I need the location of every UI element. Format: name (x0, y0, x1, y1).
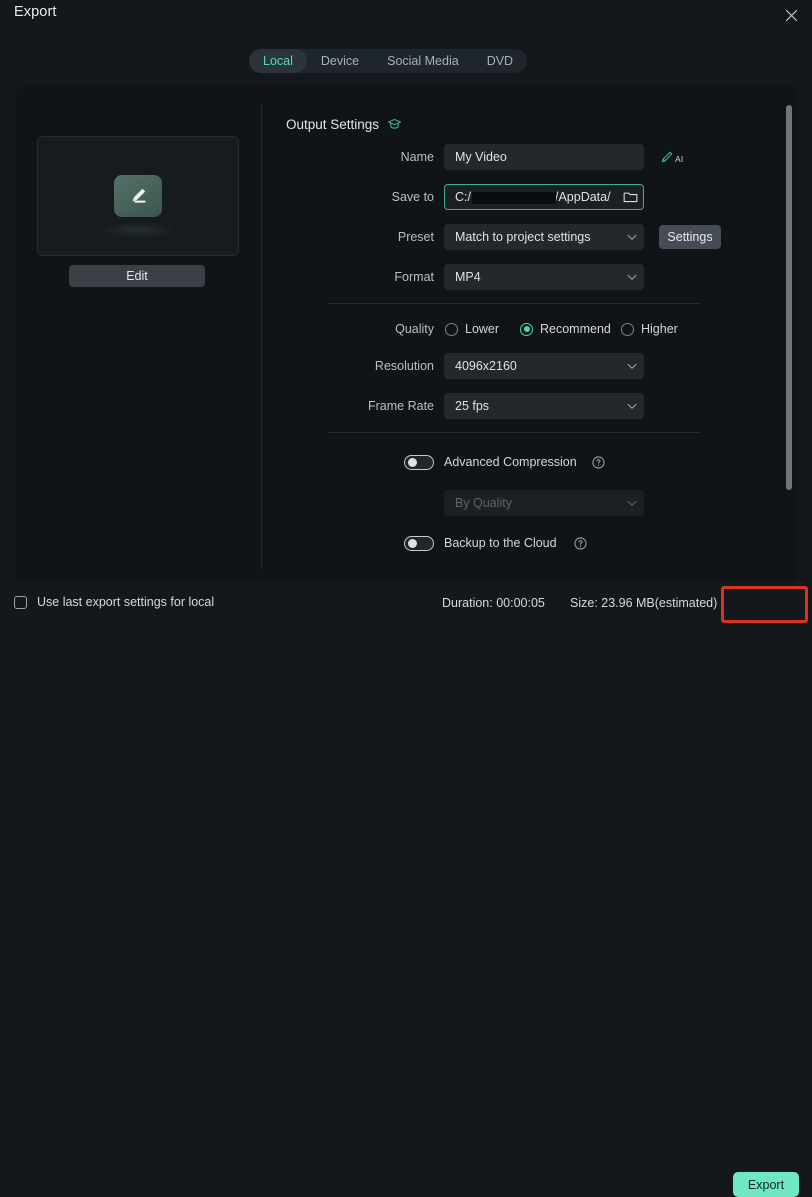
use-last-export-settings-label: Use last export settings for local (37, 595, 215, 609)
radio-icon (621, 322, 634, 336)
tab-device[interactable]: Device (307, 49, 373, 73)
settings-column: Output Settings Name My Video AI Save to… (262, 86, 780, 580)
quality-option-recommend[interactable]: Recommend (520, 322, 611, 336)
backup-cloud-label: Backup to the Cloud (444, 536, 557, 550)
chevron-down-icon (621, 363, 643, 370)
quality-option-lower[interactable]: Lower (445, 322, 499, 336)
advanced-compression-row: Advanced Compression (262, 451, 780, 473)
format-value: MP4 (455, 270, 481, 284)
preview-column: Edit (16, 86, 261, 580)
pencil-edit-icon (114, 175, 162, 217)
toggle-knob (407, 538, 417, 548)
export-target-tabs: Local Device Social Media DVD (249, 49, 528, 73)
graduation-cap-icon[interactable] (387, 117, 402, 132)
section-divider-bottom (328, 432, 700, 433)
save-to-path: C:/ /AppData/ (445, 190, 617, 204)
resolution-row: Resolution 4096x2160 (262, 353, 780, 379)
quality-option-higher[interactable]: Higher (621, 322, 678, 336)
resolution-label: Resolution (374, 359, 434, 373)
output-settings-header: Output Settings (286, 117, 402, 132)
frame-rate-select[interactable]: 25 fps (444, 393, 644, 419)
question-mark-icon[interactable] (574, 536, 587, 550)
checkbox-icon (14, 595, 27, 609)
thumbnail-reflection (100, 222, 176, 238)
frame-rate-label: Frame Rate (368, 399, 434, 413)
export-button[interactable]: Export (733, 1172, 799, 1197)
tab-dvd[interactable]: DVD (473, 49, 527, 73)
frame-rate-row: Frame Rate 25 fps (262, 393, 780, 419)
path-redaction-bar (472, 192, 556, 204)
compression-mode-value: By Quality (455, 496, 512, 510)
chevron-down-icon (621, 403, 643, 410)
backup-cloud-row: Backup to the Cloud (262, 532, 780, 554)
ai-pen-icon[interactable]: AI (660, 150, 683, 164)
name-label: Name (400, 150, 434, 164)
compression-mode-row: By Quality (262, 490, 780, 516)
estimated-size-text: Size: 23.96 MB(estimated) (570, 596, 718, 610)
save-to-path-suffix: /AppData/ (554, 190, 611, 204)
section-divider-top (328, 303, 700, 304)
preset-settings-button[interactable]: Settings (659, 225, 721, 249)
edit-button[interactable]: Edit (69, 265, 205, 287)
resolution-select[interactable]: 4096x2160 (444, 353, 644, 379)
tab-local[interactable]: Local (249, 49, 307, 73)
bottom-bar: Use last export settings for local Durat… (0, 580, 812, 1197)
question-mark-icon[interactable] (592, 455, 605, 469)
quality-row: Quality Lower Recommend Higher (262, 318, 780, 340)
folder-icon[interactable] (617, 190, 643, 204)
backup-cloud-toggle[interactable] (404, 535, 434, 551)
preset-row: Preset Match to project settings Setting… (262, 224, 780, 250)
advanced-compression-label: Advanced Compression (444, 455, 577, 469)
radio-icon (445, 322, 458, 336)
format-row: Format MP4 (262, 264, 780, 290)
settings-scrollbar-thumb[interactable] (786, 105, 792, 490)
save-to-path-prefix: C:/ (455, 190, 471, 204)
use-last-export-settings-checkbox[interactable]: Use last export settings for local (14, 595, 214, 609)
preset-select[interactable]: Match to project settings (444, 224, 644, 250)
format-select[interactable]: MP4 (444, 264, 644, 290)
quality-label: Quality (395, 322, 434, 336)
title-bar: Export Local Device Social Media DVD (0, 0, 812, 86)
save-to-row: Save to C:/ /AppData/ (262, 184, 780, 210)
preset-value: Match to project settings (455, 230, 591, 244)
save-to-label: Save to (391, 190, 434, 204)
video-thumbnail[interactable] (37, 136, 239, 256)
duration-text: Duration: 00:00:05 (442, 596, 545, 610)
toggle-knob (407, 457, 417, 467)
quality-option-higher-label: Higher (641, 322, 678, 336)
name-input-value: My Video (455, 150, 507, 164)
format-label: Format (394, 270, 434, 284)
radio-icon-selected (520, 322, 533, 336)
ai-label: AI (675, 154, 684, 164)
save-to-input[interactable]: C:/ /AppData/ (444, 184, 644, 210)
quality-option-lower-label: Lower (465, 322, 500, 336)
name-row: Name My Video AI (262, 144, 780, 170)
resolution-value: 4096x2160 (455, 359, 517, 373)
quality-option-recommend-label: Recommend (540, 322, 611, 336)
output-settings-title: Output Settings (286, 117, 380, 132)
chevron-down-icon (621, 274, 643, 281)
preset-label: Preset (397, 230, 434, 244)
close-icon[interactable] (776, 2, 806, 28)
name-input[interactable]: My Video (444, 144, 644, 170)
compression-mode-select: By Quality (444, 490, 644, 516)
tab-social-media[interactable]: Social Media (373, 49, 473, 73)
chevron-down-icon (621, 500, 643, 507)
advanced-compression-toggle[interactable] (404, 454, 434, 470)
chevron-down-icon (621, 234, 643, 241)
window-title: Export (14, 4, 57, 20)
frame-rate-value: 25 fps (455, 399, 490, 413)
